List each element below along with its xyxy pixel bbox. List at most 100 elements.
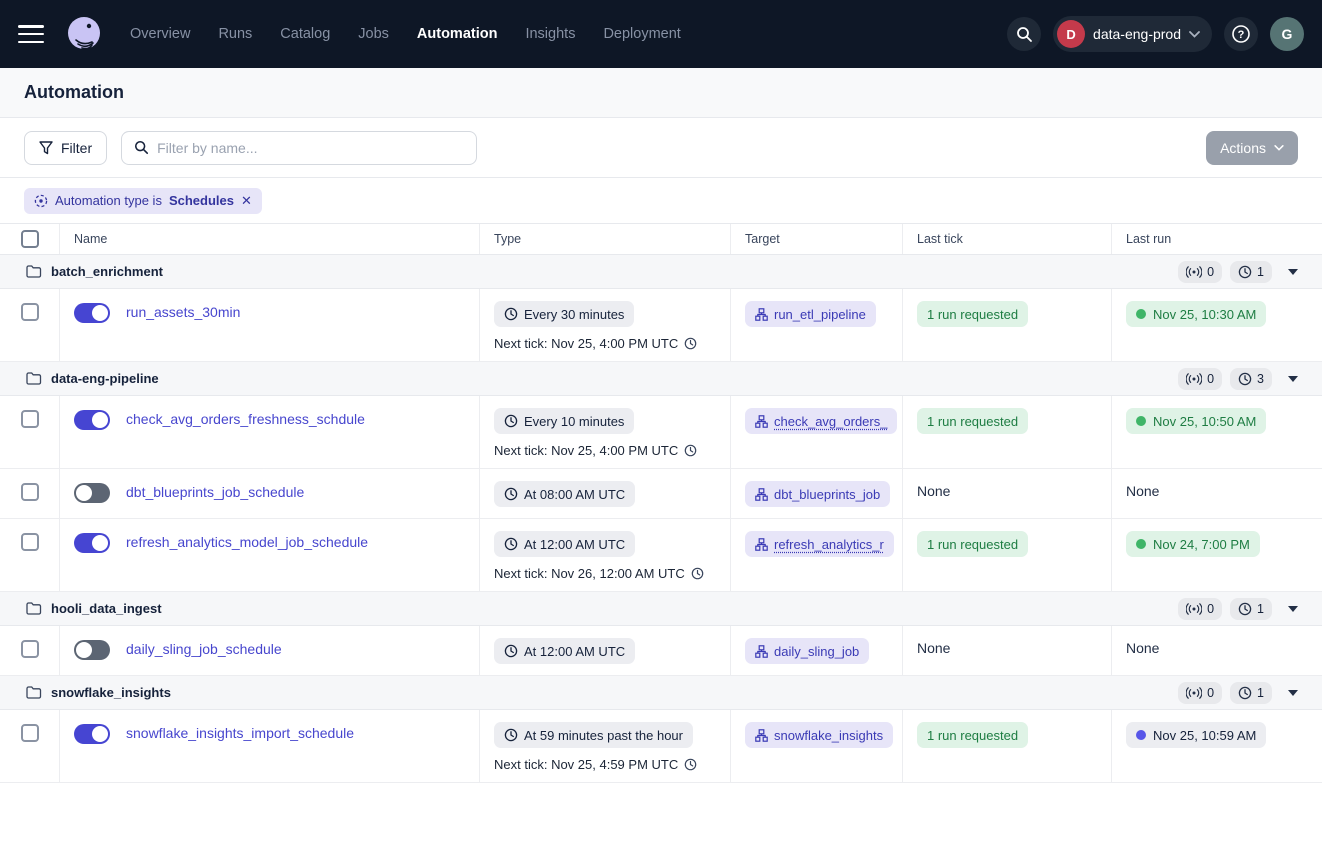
row-checkbox[interactable] xyxy=(21,410,39,428)
group-row[interactable]: hooli_data_ingest 0 1 xyxy=(0,592,1322,626)
job-graph-icon xyxy=(755,729,768,742)
run-status-dot xyxy=(1136,730,1146,740)
last-tick-status[interactable]: 1 run requested xyxy=(917,301,1028,327)
close-icon[interactable]: ✕ xyxy=(241,193,252,209)
nav-item-deployment[interactable]: Deployment xyxy=(603,26,680,42)
group-name: data-eng-pipeline xyxy=(51,371,159,386)
table-row: run_assets_30min Every 30 minutes Next t… xyxy=(0,289,1322,362)
table-row: daily_sling_job_schedule At 12:00 AM UTC… xyxy=(0,626,1322,676)
sensor-count-badge[interactable]: 0 xyxy=(1178,261,1222,283)
sensor-icon xyxy=(1186,687,1202,699)
toolbar: Filter Actions xyxy=(0,118,1322,178)
last-run-chip[interactable]: Nov 25, 10:50 AM xyxy=(1126,408,1266,434)
row-checkbox[interactable] xyxy=(21,303,39,321)
next-tick: Next tick: Nov 25, 4:59 PM UTC xyxy=(494,757,718,772)
primary-nav: Overview Runs Catalog Jobs Automation In… xyxy=(130,26,681,42)
schedule-name-link[interactable]: daily_sling_job_schedule xyxy=(126,641,282,657)
page-header: Automation xyxy=(0,68,1322,118)
timezone-clock-icon[interactable] xyxy=(691,567,704,580)
sensor-count-badge[interactable]: 0 xyxy=(1178,682,1222,704)
group-row[interactable]: data-eng-pipeline 0 3 xyxy=(0,362,1322,396)
last-tick-status: None xyxy=(917,481,950,499)
help-button[interactable]: ? xyxy=(1224,17,1258,51)
group-row[interactable]: snowflake_insights 0 1 xyxy=(0,676,1322,710)
cron-chip: Every 30 minutes xyxy=(494,301,634,327)
column-header-type: Type xyxy=(480,224,731,254)
last-run-chip[interactable]: Nov 25, 10:59 AM xyxy=(1126,722,1266,748)
group-row[interactable]: batch_enrichment 0 1 xyxy=(0,255,1322,289)
schedule-toggle[interactable] xyxy=(74,640,110,660)
target-job-chip[interactable]: snowflake_insights xyxy=(745,722,893,748)
last-run-chip[interactable]: Nov 25, 10:30 AM xyxy=(1126,301,1266,327)
nav-item-automation[interactable]: Automation xyxy=(417,26,498,42)
svg-text:?: ? xyxy=(1238,29,1245,41)
sensor-icon xyxy=(1186,373,1202,385)
last-run-chip[interactable]: Nov 24, 7:00 PM xyxy=(1126,531,1260,557)
schedule-toggle[interactable] xyxy=(74,410,110,430)
cron-chip: At 08:00 AM UTC xyxy=(494,481,635,507)
last-tick-status[interactable]: 1 run requested xyxy=(917,722,1028,748)
job-graph-icon xyxy=(755,415,768,428)
nav-item-runs[interactable]: Runs xyxy=(218,26,252,42)
schedule-count-badge[interactable]: 1 xyxy=(1230,598,1272,620)
menu-icon[interactable] xyxy=(18,25,44,43)
schedule-name-link[interactable]: snowflake_insights_import_schedule xyxy=(126,725,354,741)
row-checkbox[interactable] xyxy=(21,724,39,742)
schedule-toggle[interactable] xyxy=(74,303,110,323)
clock-icon xyxy=(504,307,518,321)
schedule-name-link[interactable]: check_avg_orders_freshness_schdule xyxy=(126,411,365,427)
last-tick-status[interactable]: 1 run requested xyxy=(917,408,1028,434)
search-button[interactable] xyxy=(1007,17,1041,51)
deployment-switcher[interactable]: D data-eng-prod xyxy=(1053,16,1212,52)
top-nav: Overview Runs Catalog Jobs Automation In… xyxy=(0,0,1322,68)
search-input[interactable] xyxy=(157,140,464,156)
folder-icon xyxy=(26,686,42,699)
last-tick-status[interactable]: 1 run requested xyxy=(917,531,1028,557)
schedule-name-link[interactable]: run_assets_30min xyxy=(126,304,240,320)
schedule-toggle[interactable] xyxy=(74,483,110,503)
chevron-down-icon[interactable] xyxy=(1288,690,1298,696)
nav-item-insights[interactable]: Insights xyxy=(525,26,575,42)
schedule-name-link[interactable]: dbt_blueprints_job_schedule xyxy=(126,484,304,500)
automation-type-filter-chip[interactable]: Automation type is Schedules ✕ xyxy=(24,188,262,214)
run-status-dot xyxy=(1136,416,1146,426)
clock-icon xyxy=(1238,602,1252,616)
target-job-chip[interactable]: daily_sling_job xyxy=(745,638,869,664)
schedule-name-link[interactable]: refresh_analytics_model_job_schedule xyxy=(126,534,368,550)
schedule-count-badge[interactable]: 3 xyxy=(1230,368,1272,390)
timezone-clock-icon[interactable] xyxy=(684,758,697,771)
target-job-chip[interactable]: run_etl_pipeline xyxy=(745,301,876,327)
row-checkbox[interactable] xyxy=(21,640,39,658)
next-tick: Next tick: Nov 25, 4:00 PM UTC xyxy=(494,336,718,351)
schedule-toggle[interactable] xyxy=(74,533,110,553)
target-job-chip[interactable]: check_avg_orders_ xyxy=(745,408,897,434)
schedule-count-badge[interactable]: 1 xyxy=(1230,261,1272,283)
job-graph-icon xyxy=(755,645,768,658)
clock-icon xyxy=(504,537,518,551)
row-checkbox[interactable] xyxy=(21,483,39,501)
nav-item-overview[interactable]: Overview xyxy=(130,26,190,42)
actions-button[interactable]: Actions xyxy=(1206,131,1298,165)
chevron-down-icon[interactable] xyxy=(1288,269,1298,275)
target-job-chip[interactable]: dbt_blueprints_job xyxy=(745,481,890,507)
last-tick-status: None xyxy=(917,638,950,656)
timezone-clock-icon[interactable] xyxy=(684,337,697,350)
dagster-logo-icon[interactable] xyxy=(64,14,104,54)
schedule-count-badge[interactable]: 1 xyxy=(1230,682,1272,704)
avatar[interactable]: G xyxy=(1270,17,1304,51)
clock-icon xyxy=(504,728,518,742)
row-checkbox[interactable] xyxy=(21,533,39,551)
filter-button[interactable]: Filter xyxy=(24,131,107,165)
chevron-down-icon[interactable] xyxy=(1288,376,1298,382)
select-all-checkbox[interactable] xyxy=(21,230,39,248)
chevron-down-icon[interactable] xyxy=(1288,606,1298,612)
clock-icon xyxy=(504,414,518,428)
timezone-clock-icon[interactable] xyxy=(684,444,697,457)
schedule-toggle[interactable] xyxy=(74,724,110,744)
sensor-count-badge[interactable]: 0 xyxy=(1178,598,1222,620)
sensor-count-badge[interactable]: 0 xyxy=(1178,368,1222,390)
nav-item-jobs[interactable]: Jobs xyxy=(358,26,389,42)
target-job-chip[interactable]: refresh_analytics_r xyxy=(745,531,894,557)
nav-item-catalog[interactable]: Catalog xyxy=(280,26,330,42)
name-filter-field[interactable] xyxy=(121,131,477,165)
